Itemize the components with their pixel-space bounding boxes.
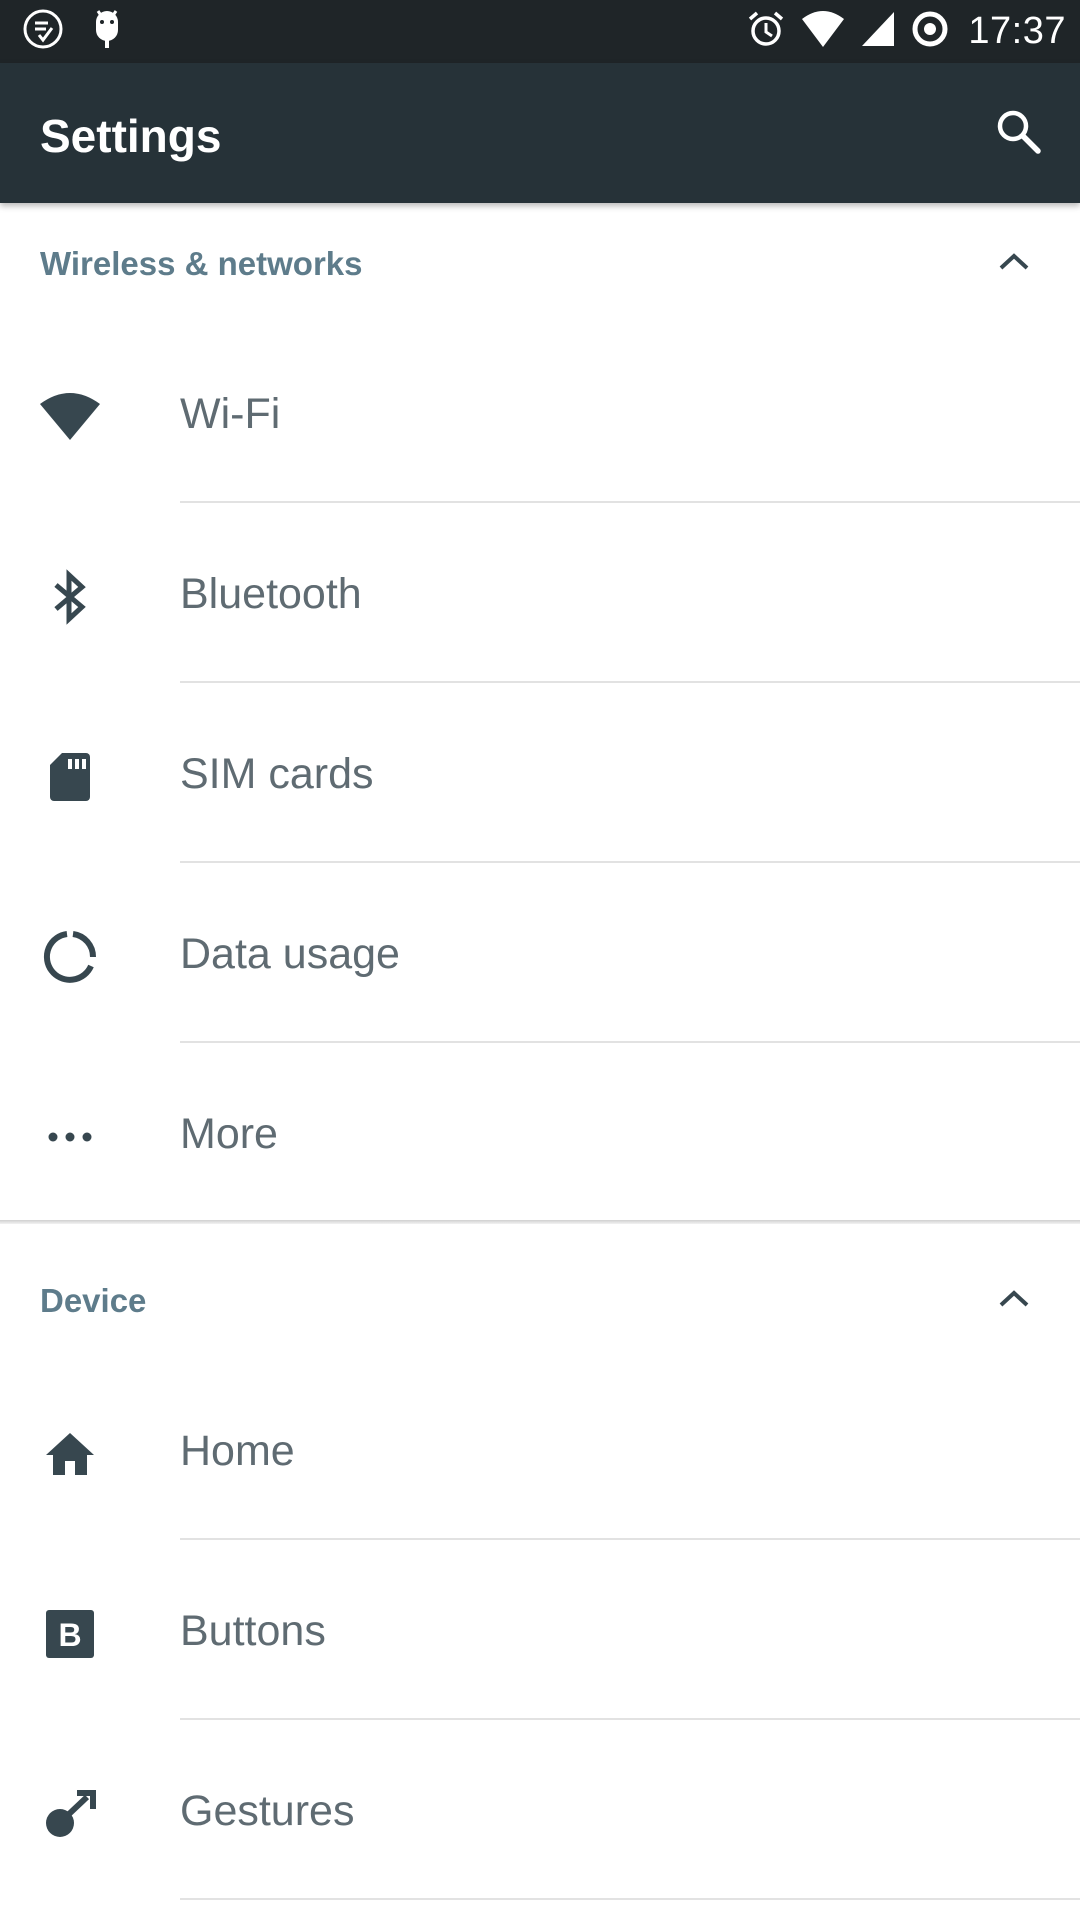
collapse-button[interactable]: [984, 1270, 1044, 1330]
settings-item-gestures[interactable]: Gestures: [0, 1720, 1080, 1900]
section-title: Device: [40, 1282, 147, 1319]
bluetooth-icon: [36, 563, 104, 631]
settings-item-data-usage[interactable]: Data usage: [0, 863, 1080, 1043]
wifi-signal-icon: [800, 9, 846, 54]
wifi-icon: [36, 383, 104, 451]
divider: [180, 1898, 1080, 1900]
settings-item-label: Buttons: [180, 1607, 326, 1655]
section-wireless-networks: Wireless & networks Wi-Fi Bluetooth SIM …: [0, 203, 1080, 1223]
search-icon: [994, 107, 1042, 160]
home-icon: [36, 1420, 104, 1488]
search-button[interactable]: [986, 101, 1050, 165]
settings-item-label: More: [180, 1110, 278, 1158]
section-divider: [0, 1220, 1080, 1224]
svg-text:B: B: [58, 1617, 81, 1653]
status-time: 17:37: [968, 9, 1066, 52]
settings-item-label: Wi-Fi: [180, 390, 281, 438]
browser-badge-icon: [22, 8, 64, 55]
cell-signal-icon: [860, 10, 896, 53]
collapse-button[interactable]: [984, 233, 1044, 293]
settings-item-buttons[interactable]: B Buttons: [0, 1540, 1080, 1720]
settings-item-sim-cards[interactable]: SIM cards: [0, 683, 1080, 863]
settings-item-label: Data usage: [180, 930, 400, 978]
app-bar: Settings: [0, 63, 1080, 203]
data-usage-icon: [36, 923, 104, 991]
section-device: Device Home B Buttons Gestures: [0, 1240, 1080, 1920]
section-header: Device: [0, 1240, 1080, 1360]
settings-item-label: Bluetooth: [180, 570, 362, 618]
settings-item-label: Home: [180, 1427, 295, 1475]
settings-item-home[interactable]: Home: [0, 1360, 1080, 1540]
alarm-icon: [746, 9, 786, 54]
status-left-icons: [22, 8, 122, 55]
settings-item-label: Gestures: [180, 1787, 355, 1835]
settings-item-wifi[interactable]: Wi-Fi: [0, 323, 1080, 503]
page-title: Settings: [40, 110, 222, 162]
sim-card-icon: [36, 743, 104, 811]
sync-ring-icon: [910, 9, 950, 54]
settings-item-label: SIM cards: [180, 750, 374, 798]
gestures-icon: [36, 1780, 104, 1848]
status-right-icons: 17:37: [746, 6, 1066, 56]
settings-item-bluetooth[interactable]: Bluetooth: [0, 503, 1080, 683]
chevron-up-icon: [997, 1287, 1031, 1314]
section-title: Wireless & networks: [40, 245, 363, 282]
settings-item-more[interactable]: More: [0, 1043, 1080, 1223]
more-horiz-icon: [36, 1103, 104, 1171]
section-header: Wireless & networks: [0, 203, 1080, 323]
status-bar: 17:37: [0, 0, 1080, 63]
buttons-icon: B: [36, 1600, 104, 1668]
chevron-up-icon: [997, 250, 1031, 277]
android-notification-icon: [92, 8, 122, 55]
